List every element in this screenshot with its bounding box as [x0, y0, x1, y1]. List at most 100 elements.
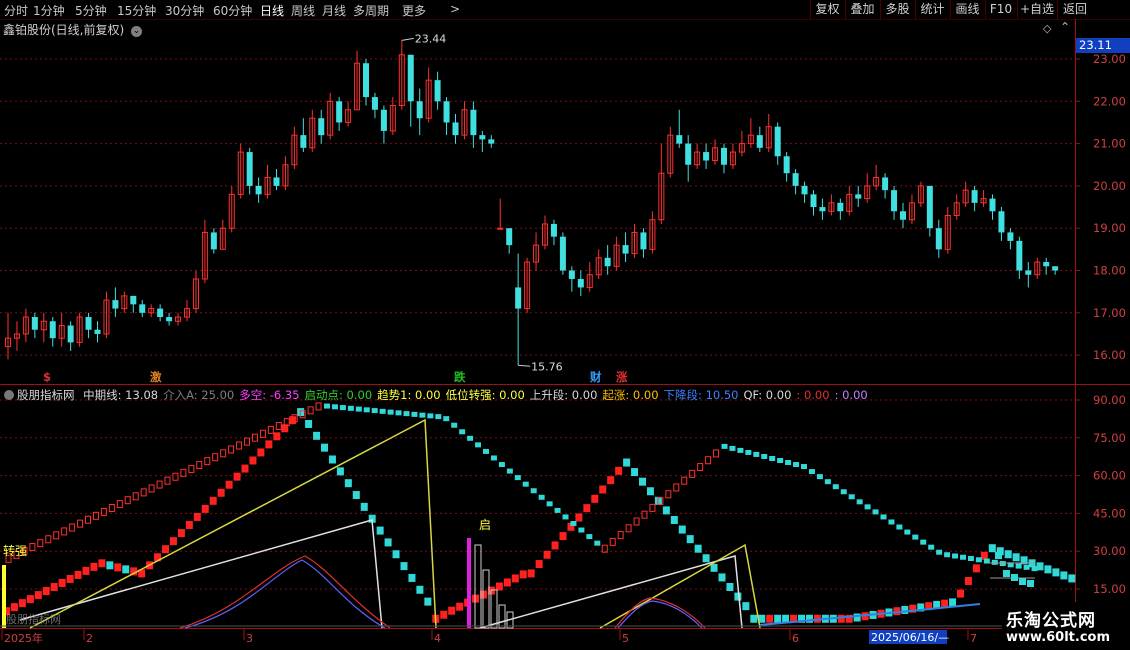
upper-track-up — [29, 543, 36, 552]
date-label: 4 — [434, 632, 441, 645]
indicator-value-6: 上升段: 0.00 — [529, 388, 598, 402]
indicator-block — [18, 599, 26, 608]
indicator-block — [750, 614, 758, 623]
candle-down — [891, 190, 898, 212]
indicator-block — [964, 576, 972, 585]
candle-down — [685, 143, 692, 165]
price-axis-label: 18.00 — [1093, 264, 1126, 278]
hollow-bar — [490, 589, 498, 629]
upper-track-down — [506, 468, 513, 474]
upper-track-down — [832, 484, 839, 490]
upper-track-down — [880, 514, 887, 520]
indicator-block — [321, 443, 328, 452]
upper-track-down — [856, 499, 863, 505]
indicator-block — [193, 512, 201, 521]
indicator-block — [527, 569, 535, 578]
indicator-block — [710, 563, 718, 572]
watermark-title: 乐淘公式网 — [1006, 611, 1096, 631]
upper-track-down — [324, 403, 330, 409]
indicator-axis-label: 60.00 — [1093, 469, 1126, 483]
upper-track-down — [467, 435, 474, 441]
indicator-settings-icon[interactable] — [4, 390, 14, 400]
indicator-value-2: 多空: -6.35 — [239, 388, 300, 402]
upper-track-up — [156, 480, 163, 489]
upper-track-down — [928, 544, 935, 550]
indicator-block — [495, 582, 503, 591]
signal-marker: 激 — [150, 370, 162, 384]
candle-down — [112, 300, 119, 309]
candle-down — [452, 122, 459, 136]
candle-down — [900, 211, 906, 220]
candle-down — [998, 211, 1005, 233]
upper-track-down — [451, 422, 458, 428]
upper-track-down — [864, 504, 871, 510]
candle-down — [1025, 270, 1032, 275]
upper-track-down — [363, 407, 370, 413]
candle-down — [935, 228, 942, 250]
trend-line — [29, 418, 437, 629]
indicator-block — [249, 456, 257, 465]
candle-down — [550, 223, 557, 237]
upper-track-down — [745, 449, 752, 455]
high-pointer — [401, 37, 414, 41]
candle-down — [837, 202, 844, 212]
indicator-block — [58, 578, 66, 587]
tail-block — [1027, 580, 1034, 587]
upper-track-up — [45, 535, 52, 544]
indicator-block — [678, 525, 686, 534]
upper-track-up — [633, 517, 640, 526]
upper-track-down — [896, 524, 903, 530]
indicator-block — [257, 448, 265, 457]
indicator-block — [34, 591, 42, 600]
indicator-block — [26, 595, 34, 604]
indicator-block — [424, 597, 432, 606]
upper-track-up — [69, 523, 76, 532]
candle-down — [1016, 240, 1023, 271]
chart-canvas: 23.00 22.00 21.00 20.00 19.00 18.00 17.00 16.00… — [0, 19, 1130, 645]
price-axis-label: 16.00 — [1093, 348, 1126, 362]
candle-down — [300, 135, 307, 148]
candle-down — [783, 156, 790, 174]
indicator-block — [519, 570, 527, 579]
upper-track-down — [967, 556, 974, 562]
upper-track-down — [1015, 563, 1022, 569]
indicator-block — [575, 513, 583, 522]
upper-track-up — [172, 472, 179, 481]
indicator-block — [726, 583, 734, 592]
indicator-block — [217, 488, 225, 497]
indicator-block — [1012, 553, 1020, 562]
upper-track-down — [562, 514, 569, 520]
upper-track-up — [267, 425, 274, 434]
upper-track-down — [554, 507, 561, 513]
upper-track-up — [140, 488, 147, 497]
upper-track-down — [411, 411, 418, 417]
tail-block — [1003, 570, 1010, 577]
upper-track-down — [514, 475, 521, 481]
upper-track-up — [37, 539, 44, 548]
indicator-value-3: 启动点: 0.00 — [304, 388, 373, 402]
candle-down — [273, 177, 280, 186]
candle-down — [676, 135, 683, 144]
upper-track-down — [793, 462, 800, 468]
indicator-name: 股朋指标网 — [17, 388, 79, 402]
candle-down — [85, 317, 92, 330]
candle-down — [703, 152, 710, 161]
indicator-block — [82, 566, 90, 575]
low-label: 15.76 — [531, 360, 563, 373]
candle-down — [470, 109, 477, 136]
candle-down — [479, 135, 486, 140]
upper-track-down — [721, 443, 728, 449]
indicator-axis-label: 75.00 — [1093, 431, 1126, 445]
upper-track-down — [570, 520, 577, 526]
upper-track-up — [697, 463, 704, 472]
indicator-axis-label: 45.00 — [1093, 506, 1126, 520]
indicator-block — [1052, 568, 1060, 577]
upper-track-up — [85, 515, 91, 524]
upper-track-down — [737, 447, 744, 453]
signal-marker: 涨 — [616, 370, 628, 384]
candle-down — [568, 270, 575, 279]
upper-track-up — [116, 500, 123, 509]
low-pointer — [518, 364, 531, 367]
upper-track-up — [609, 537, 616, 546]
signal-zhuanqiang: 转强 — [3, 543, 27, 558]
